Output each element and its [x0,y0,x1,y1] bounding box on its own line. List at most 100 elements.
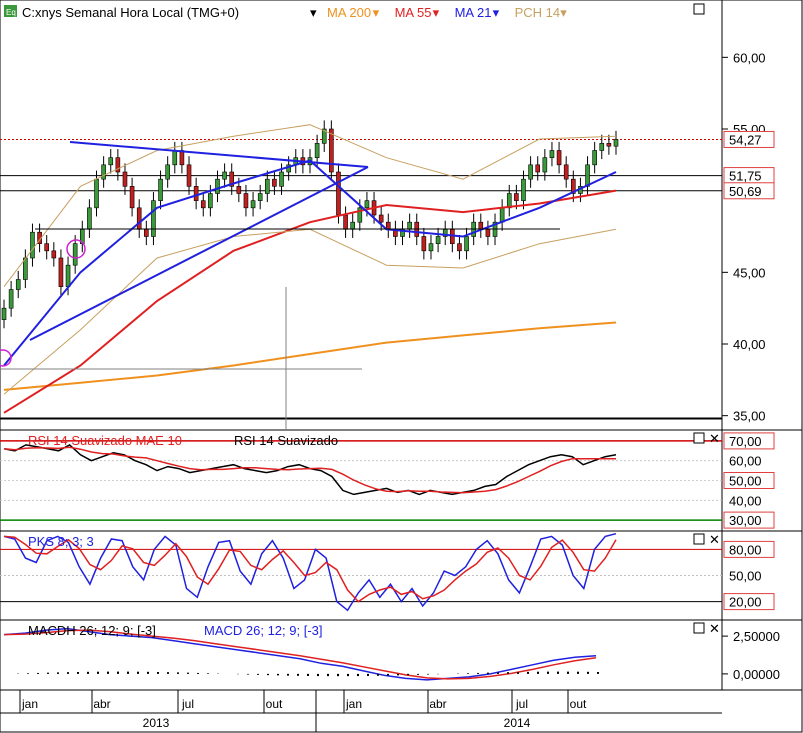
price-tick-label-1: 60,00 [733,50,766,65]
price-tag-2: 51,75 [729,169,762,184]
candle-body-10 [65,264,71,287]
candle-body-38 [265,178,270,194]
candle-body-21 [144,229,149,237]
candle-body-50 [350,221,355,230]
candle-body-36 [250,200,256,209]
month-label-4: out [266,697,283,711]
candle-body-69 [485,229,491,237]
candle-body-7 [44,243,49,252]
pks-label[interactable]: PKS 8; 3; 3 [28,534,94,549]
candle-body-37 [257,193,263,201]
macd-level-label-1: 2,50000 [733,629,780,644]
equity-badge: Eq [6,8,16,17]
candle-body-48 [336,171,341,216]
candle-body-73 [514,193,519,201]
candle-body-25 [172,150,178,166]
candle-body-47 [329,128,334,173]
rsi-level-label-3: 50,00 [729,474,762,489]
candle-body-49 [343,214,348,230]
month-label-5: jan [345,697,362,711]
chart-window: 70,00 60,00 50,00 40,00 30,00 80,00 50,00 20,0… [0,0,803,733]
candle-body-40 [279,171,284,187]
candle-body-39 [272,178,277,187]
candle-body-79 [556,150,562,166]
month-label-8: out [570,697,587,711]
chart-canvas: 70,00 60,00 50,00 40,00 30,00 80,00 50,00 20,0… [0,0,803,733]
pks-level-label-1: 80,00 [729,542,762,557]
candle-body-18 [122,171,128,187]
candle-body-32 [222,171,227,180]
candle-body-19 [129,186,135,209]
study-label-3: MA 21 [455,5,492,20]
candle-body-35 [243,193,249,209]
candle-body-83 [585,164,590,187]
candle-body-13 [87,207,92,230]
price-tag-3: 50,69 [729,184,762,199]
rsi-level-label-1: 70,00 [729,434,762,449]
candle-body-55 [385,221,391,230]
candle-body-52 [364,200,370,209]
month-label-1: jan [21,697,38,711]
panel-maximize-icon-2[interactable] [693,432,705,444]
candle-body-11 [72,243,78,266]
rsi-smoothed-ma-label[interactable]: RSI 14 Suavizado MAE 10 [28,433,182,448]
rsi-level-label-5: 30,00 [729,513,762,528]
candle-body-86 [606,143,612,147]
candle-body-66 [464,236,469,252]
study-label-1: MA 200 [327,5,371,20]
candle-body-34 [236,186,242,194]
month-label-2: abr [93,697,110,711]
title-dropdown-icon[interactable]: ▾ [310,5,317,20]
study-dropdown-icon-3: ▾ [493,5,500,20]
panel-close-icon-3[interactable]: ✕ [709,621,720,636]
candle-body-20 [136,207,142,230]
candle-body-16 [108,157,114,166]
candle-body-26 [179,150,185,166]
candle-body-3 [15,279,21,290]
candle-body-75 [528,164,533,180]
rsi-level-label-4: 40,00 [729,493,762,508]
candle-body-84 [592,150,597,166]
candle-body-9 [58,257,64,287]
candle-body-1 [1,307,7,320]
year-label-1: 2013 [143,716,170,730]
rsi-smoothed-label[interactable]: RSI 14 Suavizado [234,433,338,448]
price-tick-label-3: 45,00 [733,265,766,280]
candle-body-71 [499,207,505,223]
panel-close-icon-2[interactable]: ✕ [709,532,720,547]
candle-body-31 [215,178,220,194]
study-dropdown-icon-1: ▾ [373,5,380,20]
candle-body-22 [151,200,156,237]
price-tag-1: 54,27 [729,132,762,147]
candle-body-62 [435,236,441,244]
macd-label[interactable]: MACD 26; 12; 9; [-3] [204,623,323,638]
candle-body-61 [428,243,434,252]
candle-body-78 [549,150,555,158]
candle-body-27 [186,164,192,187]
rsi-level-label-2: 60,00 [729,454,762,469]
month-label-6: abr [429,697,446,711]
candle-body-2 [8,289,14,309]
panel-close-icon-1[interactable]: ✕ [709,431,720,446]
year-label-2: 2014 [504,716,531,730]
candle-body-87 [613,139,619,147]
pks-level-label-3: 20,00 [729,595,762,610]
pks-level-label-2: 50,00 [729,569,762,584]
month-label-7: jul [515,697,528,711]
study-dropdown-icon-4: ▾ [560,5,567,20]
panel-maximize-icon-1[interactable] [693,3,705,15]
study-dropdown-icon-2: ▾ [433,5,440,20]
panel-maximize-icon-4[interactable] [693,622,705,634]
candle-body-28 [193,186,199,201]
price-tick-label-5: 35,00 [733,409,766,424]
macdh-label[interactable]: MACDH 26; 12; 9; [-3] [28,623,156,638]
candle-body-85 [599,143,605,151]
candle-body-8 [51,250,57,259]
candle-body-15 [101,164,106,180]
candle-body-24 [165,164,170,180]
panel-maximize-icon-3[interactable] [693,533,705,545]
chart-title[interactable]: C:xnys Semanal Hora Local (TMG+0) [22,5,239,20]
candle-body-58 [407,221,412,230]
candle-body-54 [378,214,384,223]
candle-body-5 [30,231,35,259]
